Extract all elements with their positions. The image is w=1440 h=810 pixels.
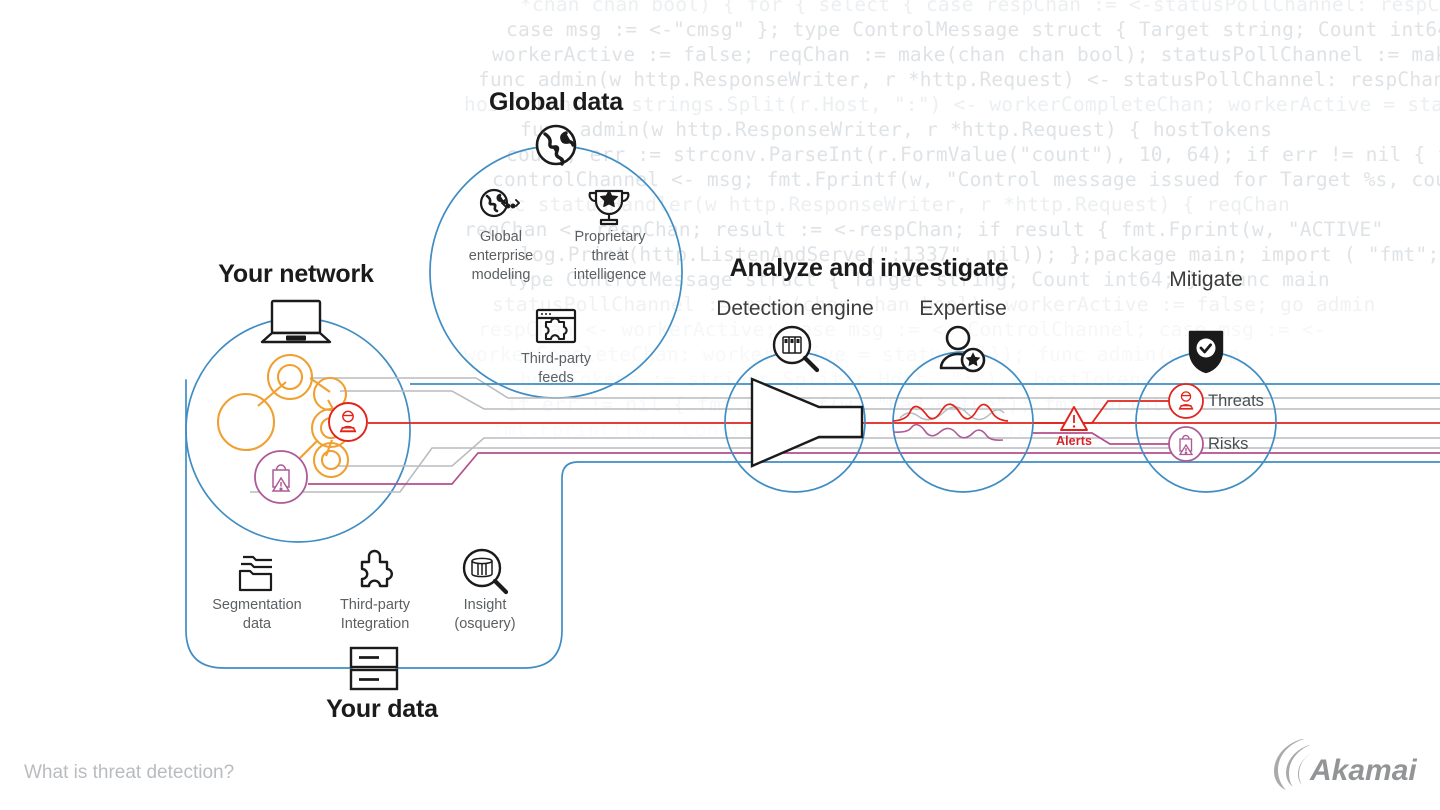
- expertise-label: Expertise: [919, 297, 1007, 320]
- global-enterprise-modeling-caption: Global enterprise modeling: [446, 228, 556, 285]
- caption-line-2: feeds: [538, 370, 574, 386]
- folders-icon: [238, 555, 273, 592]
- caption-line-2: (osquery): [454, 616, 516, 632]
- globe-icon: [535, 124, 577, 166]
- puzzle-piece-icon: [360, 549, 393, 588]
- your-network-title: Your network: [218, 260, 374, 288]
- insight-osquery-caption: Insight (osquery): [420, 596, 550, 634]
- caption-line-1: Insight: [463, 597, 507, 613]
- caption-line-2: data: [242, 616, 272, 632]
- global-data-title: Global data: [489, 88, 623, 116]
- globe-network-icon: [479, 188, 520, 218]
- caption-line-2: enterprise: [468, 248, 534, 264]
- laptop-icon: [260, 299, 332, 344]
- caption-line-1: Global: [480, 229, 522, 245]
- detection-engine-label: Detection engine: [716, 297, 874, 320]
- third-party-feeds-caption: Third-party feeds: [496, 350, 616, 388]
- akamai-logo: Akamai: [1274, 739, 1417, 790]
- caption-line-1: Proprietary: [574, 229, 646, 245]
- svg-text:Akamai: Akamai: [1309, 754, 1417, 787]
- threat-actor-node-icon: [328, 402, 368, 442]
- servers-magnifier-icon: [772, 325, 820, 373]
- caption-line-1: Third-party: [520, 351, 592, 367]
- your-data-title: Your data: [326, 695, 438, 723]
- caption-line-3: modeling: [471, 267, 531, 283]
- proprietary-threat-intelligence-caption: Proprietary threat intelligence: [555, 228, 665, 285]
- segmentation-data-caption: Segmentation data: [192, 596, 322, 634]
- expertise-circle: [892, 351, 1034, 493]
- caption-line-1: Segmentation: [212, 597, 302, 613]
- alerts-label: Alerts: [1055, 434, 1093, 448]
- warning-triangle-icon: [1060, 406, 1088, 431]
- magnifier-database-icon: [462, 548, 509, 595]
- person-star-icon: [939, 325, 986, 373]
- threats-label: Threats: [1208, 392, 1264, 410]
- caption-line-3: intelligence: [573, 267, 647, 283]
- browser-puzzle-icon: [535, 308, 577, 344]
- shield-check-icon: [1188, 330, 1224, 374]
- flow-line-purple-risk: [308, 452, 1440, 485]
- diagram-canvas: *chan chan bool) { for { select { case r…: [0, 0, 1440, 810]
- risk-node-icon: [254, 450, 308, 504]
- server-stack-icon: [349, 646, 399, 691]
- analyze-title: Analyze and investigate: [729, 254, 1009, 282]
- risks-label: Risks: [1208, 435, 1249, 453]
- threats-output-icon: [1168, 383, 1204, 419]
- footer-question: What is threat detection?: [24, 762, 235, 783]
- mitigate-title: Mitigate: [1169, 268, 1243, 291]
- caption-line-2: threat: [591, 248, 629, 264]
- risks-output-icon: [1168, 426, 1204, 462]
- trophy-star-icon: [588, 189, 630, 226]
- alert-red-branch: [1033, 400, 1185, 424]
